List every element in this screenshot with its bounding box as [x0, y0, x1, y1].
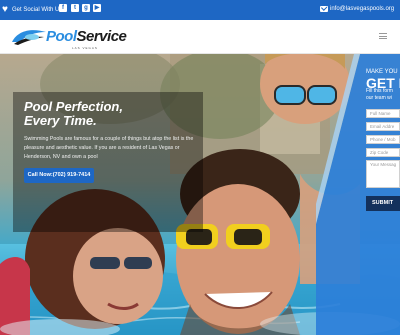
contact-form-panel: MAKE YOU GET I Fill this form our team w…: [316, 54, 400, 335]
hamburger-menu-icon[interactable]: [379, 33, 387, 39]
submit-button[interactable]: SUBMIT: [366, 196, 400, 211]
logo-tagline: LAS VEGAS: [72, 46, 98, 50]
heart-icon: ♥: [2, 4, 8, 15]
logo-swoosh-icon[interactable]: [12, 28, 46, 45]
mail-icon: [320, 6, 328, 12]
zip-code-field[interactable]: Zip Code: [366, 148, 400, 157]
logo-text-part1: Pool: [46, 28, 77, 45]
hero-title: Pool Perfection, Every Time.: [24, 100, 194, 128]
logo-wordmark[interactable]: PoolService: [46, 28, 127, 45]
form-subtext: Fill this form our team wi: [366, 88, 393, 102]
email-link[interactable]: info@lasvegaspools.org: [330, 5, 394, 13]
message-field[interactable]: Your Messag: [366, 160, 400, 188]
phone-field[interactable]: Phone / Mob: [366, 135, 400, 144]
youtube-icon[interactable]: ▶: [93, 4, 101, 12]
email-field[interactable]: Email Addre: [366, 122, 400, 131]
twitter-icon[interactable]: t: [71, 4, 79, 12]
hero-description: Swimming Pools are famous for a couple o…: [24, 136, 194, 160]
logo-text-part2: Service: [76, 28, 127, 45]
form-subtext-line1: Fill this form: [366, 88, 393, 94]
full-name-field[interactable]: Full Name: [366, 109, 400, 118]
google-plus-icon[interactable]: g: [82, 4, 90, 12]
form-subtext-line2: our team wi: [366, 95, 392, 101]
site-header: PoolService LAS VEGAS: [0, 20, 400, 54]
hero-section: Pool Perfection, Every Time. Swimming Po…: [0, 54, 400, 335]
hero-title-line1: Pool Perfection,: [24, 99, 123, 114]
facebook-icon[interactable]: f: [59, 4, 67, 12]
call-now-button[interactable]: Call Now:(702) 919-7414: [24, 168, 94, 183]
social-label: Get Social With Us:: [12, 7, 65, 13]
hero-title-line2: Every Time.: [24, 113, 97, 128]
top-bar: ♥ Get Social With Us: f t g ▶ info@lasve…: [0, 0, 400, 20]
